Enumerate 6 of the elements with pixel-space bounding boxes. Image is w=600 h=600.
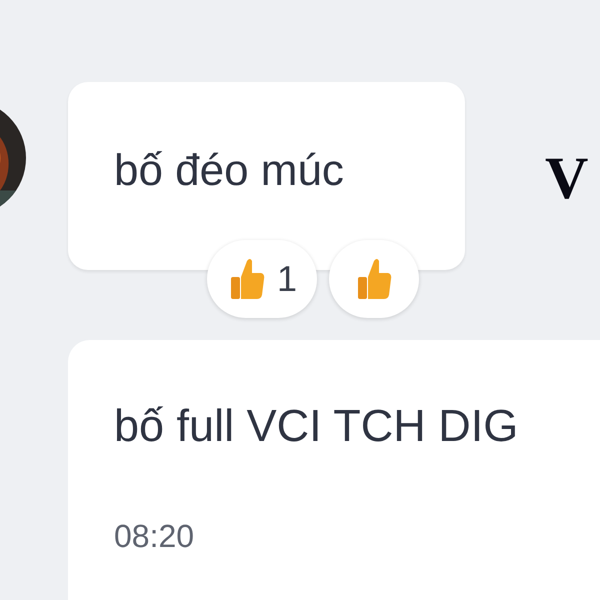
message-text: bố đéo múc: [114, 146, 344, 195]
letter-text: V: [545, 144, 588, 213]
reaction-button[interactable]: 1: [207, 240, 318, 318]
reaction-button[interactable]: [329, 240, 420, 318]
message-time: 08:20: [114, 518, 196, 555]
message-text: bố full VCI TCH DIG: [114, 400, 520, 452]
